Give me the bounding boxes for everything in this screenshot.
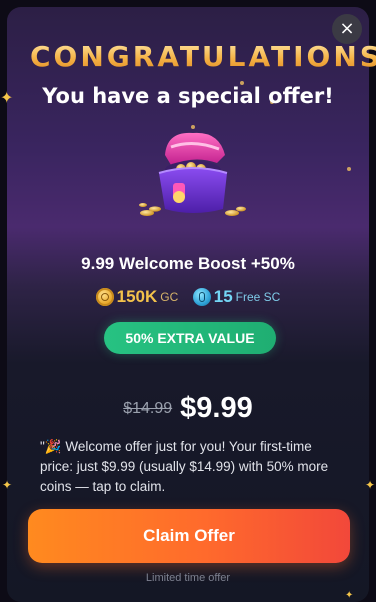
sweeps-coin-reward: 15 Free SC — [192, 287, 281, 307]
sweeps-coin-amount: 15 — [213, 287, 233, 306]
sweeps-coin-icon — [192, 288, 211, 306]
gold-coin-unit: GC — [160, 290, 179, 304]
offer-name: 9.99 Welcome Boost +50% — [81, 254, 295, 273]
offer-description: "🎉 Welcome offer just for you! Your firs… — [40, 439, 329, 494]
reward-list: 150K GC 15 Free SC — [0, 287, 376, 307]
offer-price: $9.99 — [180, 392, 253, 424]
sweeps-coin-unit: Free SC — [235, 290, 281, 304]
claim-offer-button[interactable]: Claim Offer — [28, 509, 350, 563]
limited-time-note: Limited time offer — [145, 572, 231, 584]
sparkle-dot — [347, 167, 351, 171]
gold-coin-amount: 150K — [116, 287, 158, 306]
close-icon: × — [339, 18, 355, 39]
extra-value-badge: 50% EXTRA VALUE — [104, 322, 276, 354]
gold-coin-reward: 150K GC — [95, 287, 179, 307]
offer-subtitle: You have a special offer! — [42, 84, 334, 108]
gold-coin-icon — [95, 288, 114, 306]
treasure-chest-image — [139, 132, 246, 216]
congrats-title: CONGRATULATIONS — [0, 40, 376, 73]
sparkle-icon: ✦ — [365, 478, 376, 492]
price-row: $14.99 $9.99 — [0, 392, 376, 425]
sparkle-icon: ✦ — [345, 590, 354, 601]
original-price: $14.99 — [123, 399, 173, 417]
sparkle-icon: ✦ — [2, 478, 13, 492]
